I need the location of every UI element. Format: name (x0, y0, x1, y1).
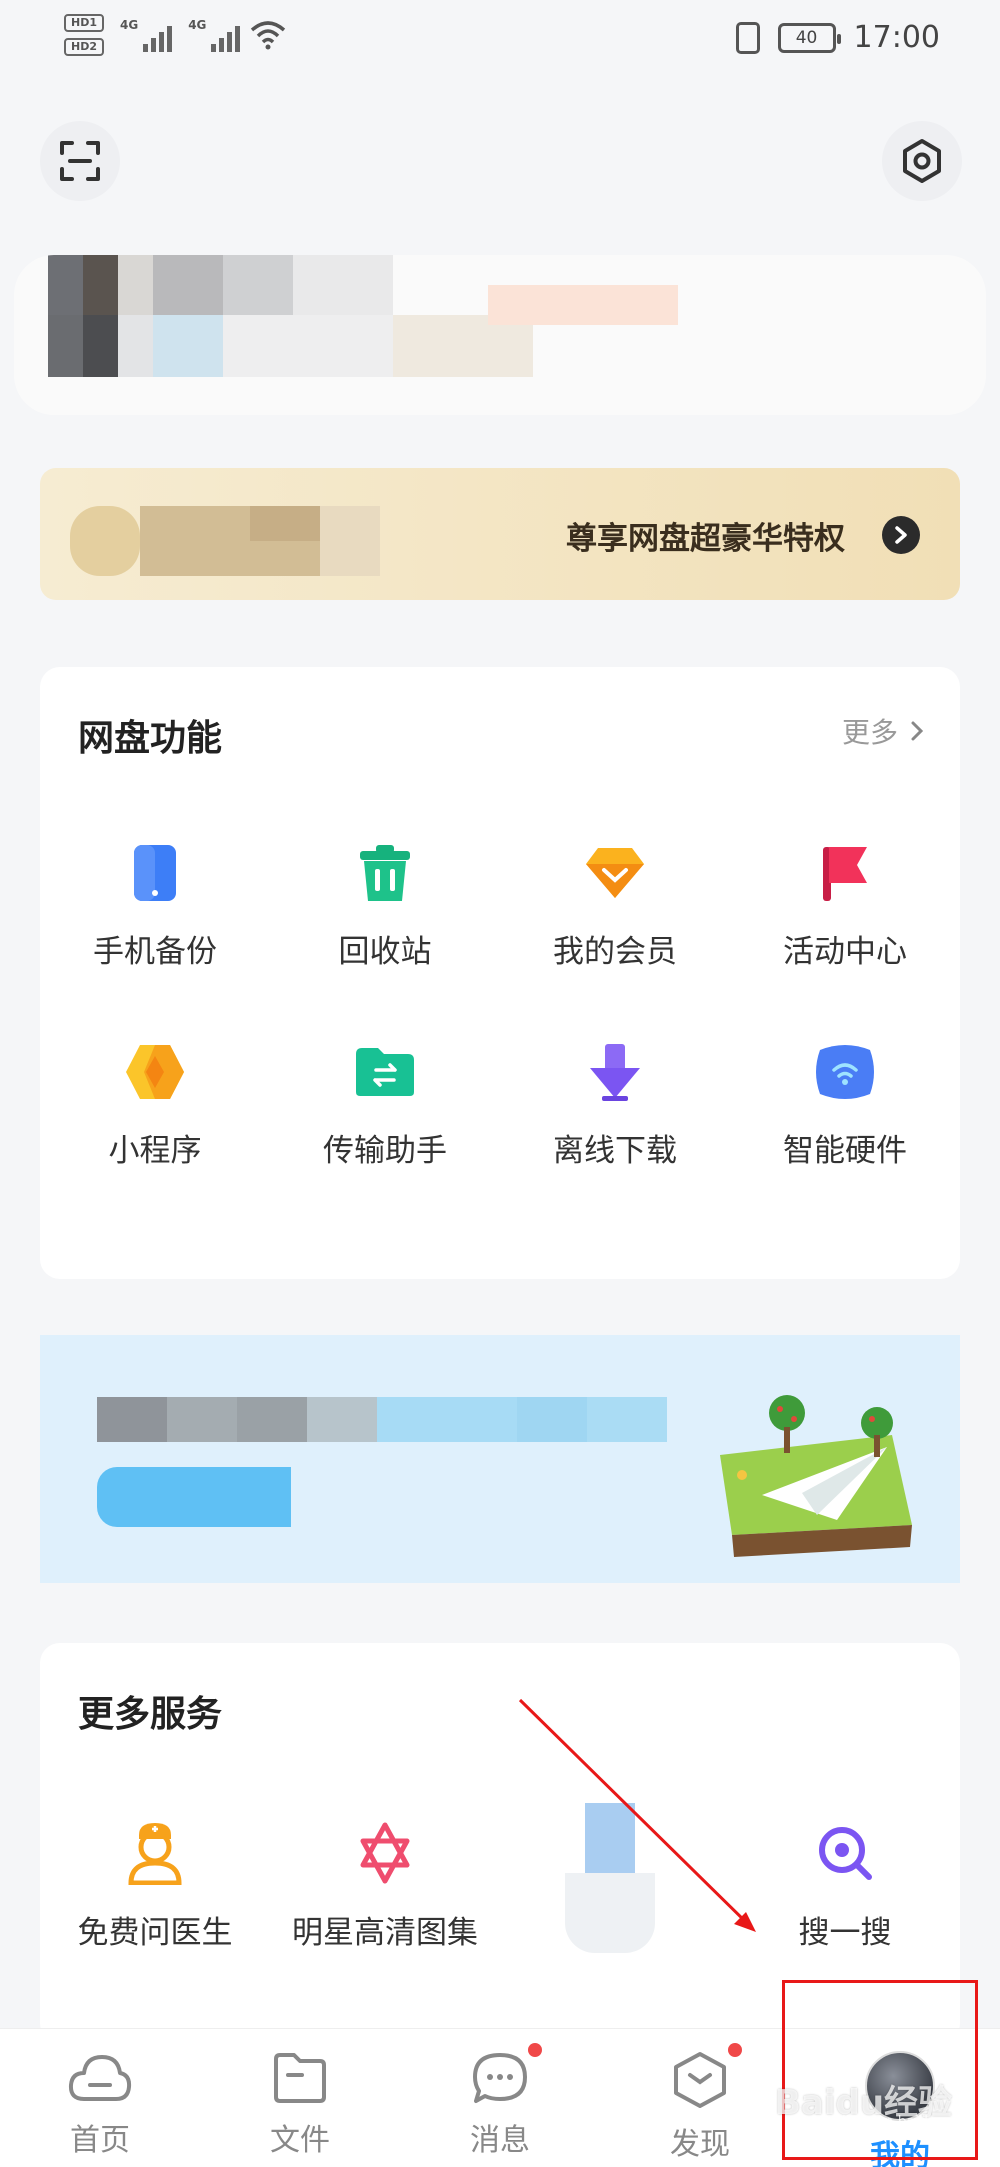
folder-icon (274, 2053, 326, 2103)
download-arrow-icon (584, 1041, 646, 1103)
search-icon (813, 1821, 877, 1885)
flag-icon (814, 842, 876, 904)
vip-banner-text: 尊享网盘超豪华特权 (566, 521, 845, 557)
hd1-badge: HD1 (64, 14, 104, 32)
message-badge (528, 2043, 542, 2057)
star-of-david-icon (353, 1821, 417, 1885)
func-recycle-bin[interactable]: 回收站 (270, 842, 500, 971)
func-mini-programs[interactable]: 小程序 (40, 1041, 270, 1170)
signal-1-icon: 4G (120, 18, 173, 52)
diamond-icon (584, 842, 646, 904)
func-activity-center[interactable]: 活动中心 (730, 842, 960, 971)
func-my-membership[interactable]: 我的会员 (500, 842, 730, 971)
chat-icon (473, 2053, 527, 2103)
tab-files[interactable]: 文件 (230, 2051, 370, 2159)
cloud-icon (68, 2055, 132, 2101)
tab-discover[interactable]: 发现 (630, 2043, 770, 2163)
island-plane-illustration (720, 1395, 912, 1557)
signal-2-icon: 4G (188, 18, 241, 52)
user-profile-blurred[interactable] (14, 255, 986, 415)
status-bar: HD1 HD2 4G 4G 40 17:00 (0, 0, 1000, 80)
func-transfer-assistant[interactable]: 传输助手 (270, 1041, 500, 1170)
scan-button[interactable] (40, 121, 120, 201)
wifi-device-icon (814, 1041, 876, 1103)
annotation-highlight-box (782, 1980, 978, 2160)
more-services-title: 更多服务 (78, 1694, 223, 1735)
discover-badge (728, 2043, 742, 2057)
hexagon-icon (124, 1041, 186, 1103)
folder-transfer-icon (354, 1041, 416, 1103)
vip-banner[interactable]: 尊享网盘超豪华特权 (40, 468, 960, 600)
func-smart-hardware[interactable]: 智能硬件 (730, 1041, 960, 1170)
chevron-right-icon (882, 516, 920, 554)
svc-star-gallery[interactable]: 明星高清图集 (270, 1821, 500, 1953)
hd-indicators: HD1 HD2 (64, 14, 104, 56)
svc-search[interactable]: 搜一搜 (730, 1821, 960, 1953)
chevron-right-icon (911, 721, 924, 741)
settings-button[interactable] (882, 121, 962, 201)
hd2-badge: HD2 (64, 38, 104, 56)
trash-icon (354, 842, 416, 904)
battery-icon: 40 (777, 22, 841, 53)
discover-icon (674, 2052, 726, 2108)
gear-icon (903, 139, 941, 183)
wifi-icon (251, 21, 286, 50)
tab-home[interactable]: 首页 (30, 2051, 170, 2159)
watermark-subtext: jingyan.baidu.com (842, 2114, 972, 2130)
clock: 17:00 (853, 20, 940, 55)
svc-free-doctor[interactable]: 免费问医生 (40, 1821, 270, 1953)
tab-messages[interactable]: 消息 (430, 2043, 570, 2159)
func-phone-backup[interactable]: 手机备份 (40, 842, 270, 971)
phone-icon (124, 842, 186, 904)
svc-blurred[interactable] (500, 1803, 730, 1953)
vibrate-icon (735, 21, 760, 54)
func-offline-download[interactable]: 离线下载 (500, 1041, 730, 1170)
doctor-icon (123, 1821, 187, 1885)
functions-title: 网盘功能 (78, 718, 223, 759)
promo-banner-blurred[interactable] (40, 1335, 960, 1583)
more-link[interactable]: 更多 (842, 711, 924, 751)
functions-card: 网盘功能 更多 手机备份 回收站 我的会员 活动中心 小程序 传输助手 离线下载… (40, 667, 960, 1279)
scan-icon (60, 141, 100, 181)
